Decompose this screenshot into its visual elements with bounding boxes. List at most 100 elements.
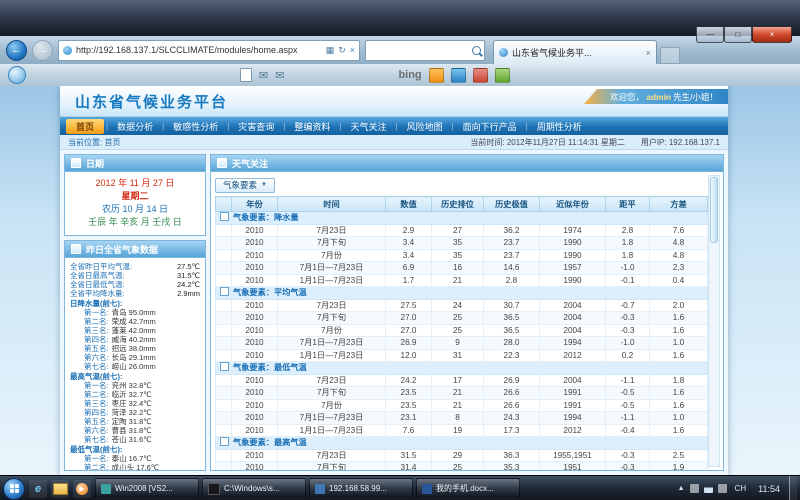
network-icon[interactable] <box>704 484 713 493</box>
column-header[interactable]: 距平 <box>606 197 650 212</box>
column-header[interactable]: 历史排位 <box>432 197 484 212</box>
start-button[interactable] <box>3 478 25 500</box>
table-row[interactable]: 20101月1日—7月23日12.03122.320120.21.6 <box>216 349 708 362</box>
table-scrollbar[interactable] <box>708 175 720 467</box>
browser-tab[interactable]: 山东省气候业务平... × <box>493 40 657 64</box>
table-section-row[interactable]: 气象要素：降水量 <box>216 212 708 225</box>
table-row[interactable]: 20107月下旬3.43523.719901.84.8 <box>216 237 708 250</box>
address-bar[interactable]: http://192.168.137.1/SLCCLIMATE/modules/… <box>58 40 360 61</box>
menu-item-8[interactable]: 周期性分析 <box>528 120 591 133</box>
weather-focus-body: 气象要素 ▼ 年份时间数值历史排位历史极值近似年份距平方差 气象要素：降水量20… <box>211 172 723 470</box>
column-header[interactable]: 历史极值 <box>484 197 540 212</box>
table-cell <box>216 449 232 462</box>
explorer-icon[interactable] <box>51 480 69 498</box>
table-cell: 2010 <box>232 462 278 471</box>
toolbar-app-icon-4[interactable] <box>495 68 510 83</box>
maximize-button[interactable]: □ <box>724 27 752 43</box>
menu-item-1[interactable]: 数据分析 <box>108 120 162 133</box>
table-cell: 36.2 <box>484 224 540 237</box>
document-icon[interactable] <box>240 68 252 82</box>
table-row[interactable]: 20107月23日27.52430.72004-0.72.0 <box>216 299 708 312</box>
toolbar-app-icon-2[interactable] <box>451 68 466 83</box>
scrollbar-thumb[interactable] <box>710 177 718 243</box>
column-header[interactable]: 方差 <box>650 197 708 212</box>
taskbar-button-2[interactable]: 192.168.58.99... <box>309 478 413 499</box>
compatibility-icon[interactable]: ▦ <box>326 45 335 56</box>
taskbar-button-1[interactable]: C:\Windows\s... <box>202 478 306 499</box>
table-cell <box>216 349 232 362</box>
group-item: 第二名:临沂 32.7℃ <box>70 390 200 399</box>
toolbar-app-icon-3[interactable] <box>473 68 488 83</box>
back-button[interactable]: ← <box>6 40 27 61</box>
table-cell: 2.5 <box>650 449 708 462</box>
menu-item-2[interactable]: 敏感性分析 <box>164 120 227 133</box>
table-row[interactable]: 20107月23日31.52936.31955,1951-0.32.5 <box>216 449 708 462</box>
search-input[interactable] <box>369 44 469 56</box>
table-row[interactable]: 20107月23日2.92736.219742.87.6 <box>216 224 708 237</box>
stop-icon[interactable]: × <box>350 45 355 55</box>
table-cell: 0.2 <box>606 349 650 362</box>
volume-icon[interactable] <box>718 484 727 493</box>
column-header[interactable]: 时间 <box>278 197 386 212</box>
mail-icon-2[interactable]: ✉ <box>275 69 284 82</box>
table-row[interactable]: 20101月1日—7月23日7.61917.32012-0.41.6 <box>216 424 708 437</box>
table-cell: 7月23日 <box>278 299 386 312</box>
table-cell: 2010 <box>232 424 278 437</box>
table-row[interactable]: 20107月23日24.21726.92004-1.11.8 <box>216 374 708 387</box>
menu-item-4[interactable]: 整编资料 <box>285 120 339 133</box>
toolbar-app-icon-1[interactable] <box>429 68 444 83</box>
element-filter-button[interactable]: 气象要素 ▼ <box>215 178 275 193</box>
section-label: 气象要素：最高气温 <box>233 438 307 447</box>
table-row[interactable]: 20107月下旬27.02536.52004-0.31.6 <box>216 312 708 325</box>
table-cell: -0.3 <box>606 312 650 325</box>
search-icon[interactable] <box>472 46 481 55</box>
column-header[interactable]: 年份 <box>232 197 278 212</box>
table-cell: 27.5 <box>386 299 432 312</box>
show-desktop-button[interactable] <box>789 476 797 500</box>
table-cell <box>216 237 232 250</box>
taskbar-button-0[interactable]: Win2008 [VS2... <box>95 478 199 499</box>
table-cell: 31.5 <box>386 449 432 462</box>
table-section-row[interactable]: 气象要素：平均气温 <box>216 287 708 300</box>
table-row[interactable]: 20101月1日—7月23日1.7212.81990-0.10.4 <box>216 274 708 287</box>
table-row[interactable]: 20107月份23.52126.61991-0.51.6 <box>216 399 708 412</box>
bing-logo[interactable]: bing <box>398 69 421 81</box>
ie-icon[interactable]: e <box>29 480 47 498</box>
column-header[interactable]: 近似年份 <box>540 197 606 212</box>
menu-item-5[interactable]: 天气关注 <box>341 120 395 133</box>
language-indicator[interactable]: CH <box>732 483 750 494</box>
menu-item-0[interactable]: 首页 <box>66 119 104 134</box>
url-text[interactable]: http://192.168.137.1/SLCCLIMATE/modules/… <box>76 45 322 55</box>
tray-expand-icon[interactable]: ▲ <box>678 485 685 492</box>
table-row[interactable]: 20107月下旬31.42535.31951-0.31.9 <box>216 462 708 471</box>
action-center-icon[interactable] <box>690 484 699 493</box>
new-tab-button[interactable] <box>660 47 680 64</box>
mail-icon[interactable]: ✉ <box>259 69 268 82</box>
quick-access-bubble[interactable] <box>8 66 26 84</box>
weather-focus-header: 天气关注 <box>211 155 723 172</box>
table-section-row[interactable]: 气象要素：最低气温 <box>216 362 708 375</box>
table-cell: 22.3 <box>484 349 540 362</box>
search-box[interactable] <box>365 40 485 61</box>
close-button[interactable]: × <box>752 27 792 43</box>
table-cell: -0.4 <box>606 424 650 437</box>
table-row[interactable]: 20107月份3.43523.719901.84.8 <box>216 249 708 262</box>
forward-button[interactable]: → <box>32 40 53 61</box>
refresh-icon[interactable]: ↻ <box>338 45 346 56</box>
media-player-icon[interactable]: ▶ <box>73 480 91 498</box>
minimize-button[interactable]: — <box>696 27 724 43</box>
tab-close-icon[interactable]: × <box>646 48 651 58</box>
table-row[interactable]: 20107月1日—7月23日26.9928.01994-1.01.0 <box>216 337 708 350</box>
taskbar-button-3[interactable]: 我的手机.docx... <box>416 478 520 499</box>
table-row[interactable]: 20107月1日—7月23日6.91614.61957-1.02.3 <box>216 262 708 275</box>
menu-item-3[interactable]: 灾害查询 <box>229 120 283 133</box>
menu-item-6[interactable]: 风险地图 <box>398 120 452 133</box>
table-cell: 4.8 <box>650 249 708 262</box>
menu-item-7[interactable]: 面向下行产品 <box>454 120 526 133</box>
column-header[interactable]: 数值 <box>386 197 432 212</box>
taskbar-clock[interactable]: 11:54 <box>754 484 784 494</box>
table-row[interactable]: 20107月下旬23.52126.61991-0.51.6 <box>216 387 708 400</box>
table-row[interactable]: 20107月1日—7月23日23.1824.31994-1.11.0 <box>216 412 708 425</box>
table-row[interactable]: 20107月份27.02536.52004-0.31.6 <box>216 324 708 337</box>
table-section-row[interactable]: 气象要素：最高气温 <box>216 437 708 450</box>
